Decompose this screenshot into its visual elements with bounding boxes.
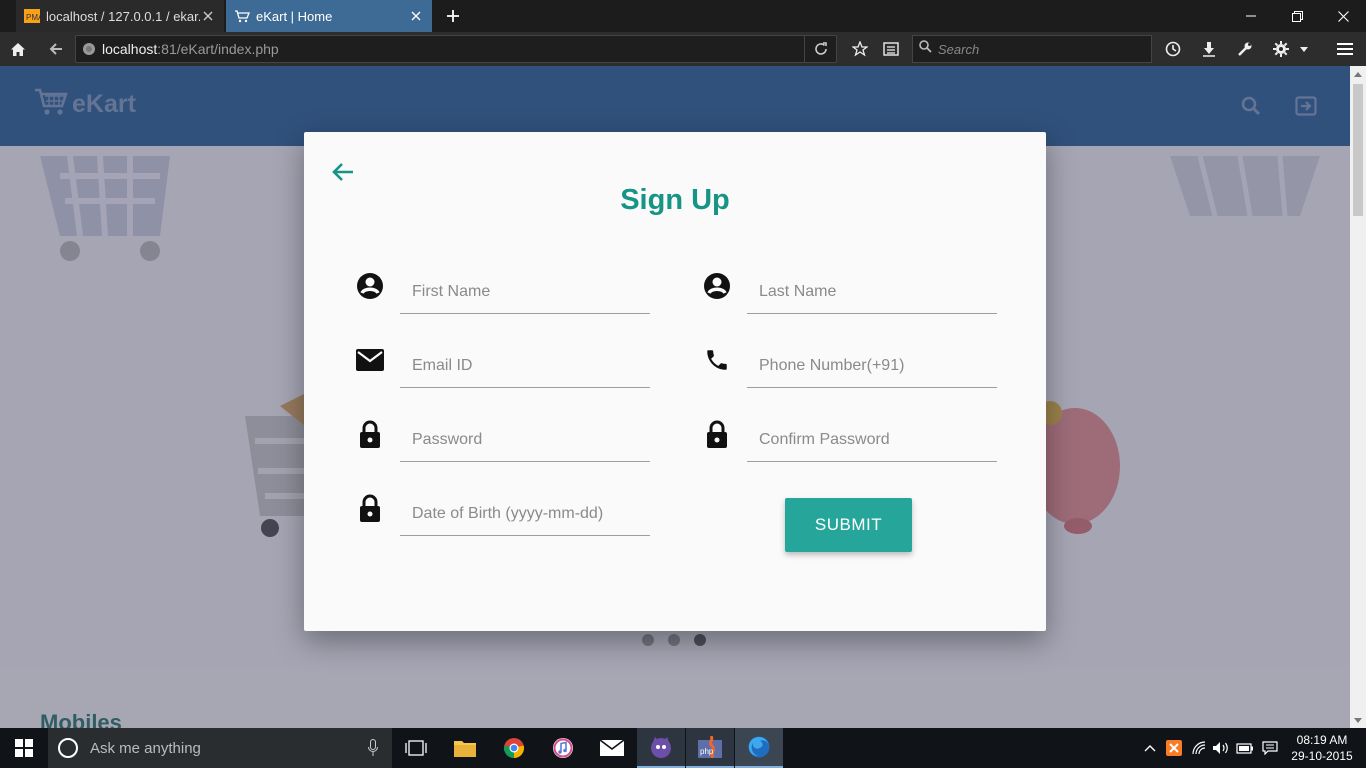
tab-phpmyadmin[interactable]: PMA localhost / 127.0.0.1 / ekar... xyxy=(16,0,224,32)
chrome-icon[interactable] xyxy=(490,728,538,768)
submit-button[interactable]: SUBMIT xyxy=(785,498,912,552)
scroll-down-icon[interactable] xyxy=(1350,712,1366,728)
cart-icon xyxy=(234,8,250,24)
back-icon[interactable] xyxy=(43,36,69,62)
minimize-icon[interactable] xyxy=(1228,0,1274,32)
browser-navbar: localhost:81/eKart/index.php Search xyxy=(0,32,1366,66)
reload-icon[interactable] xyxy=(804,36,836,62)
svg-text:PMA: PMA xyxy=(26,13,40,22)
svg-text:php: php xyxy=(700,747,714,756)
url-text: localhost:81/eKart/index.php xyxy=(102,41,279,57)
close-icon[interactable] xyxy=(408,8,424,24)
account-circle-icon xyxy=(701,270,733,302)
password-input[interactable] xyxy=(400,418,650,462)
home-icon[interactable] xyxy=(5,36,31,62)
last-name-field xyxy=(701,270,1001,330)
history-icon[interactable] xyxy=(1160,36,1186,62)
restore-icon[interactable] xyxy=(1274,0,1320,32)
password-field xyxy=(354,418,654,478)
modal-title: Sign Up xyxy=(620,184,730,216)
download-icon[interactable] xyxy=(1196,36,1222,62)
microphone-icon[interactable] xyxy=(368,739,378,762)
lock-icon xyxy=(354,492,386,524)
browser-tabbar: PMA localhost / 127.0.0.1 / ekar... eKar… xyxy=(0,0,1366,32)
itunes-icon[interactable] xyxy=(539,728,587,768)
bookmark-star-icon[interactable] xyxy=(847,36,873,62)
tab-ekart-home[interactable]: eKart | Home xyxy=(226,0,432,32)
firefox-icon[interactable] xyxy=(735,728,783,768)
phone-icon xyxy=(701,344,733,376)
chevron-up-icon[interactable] xyxy=(1140,728,1160,768)
file-explorer-icon[interactable] xyxy=(441,728,489,768)
volume-icon[interactable] xyxy=(1210,728,1232,768)
window-close-icon[interactable] xyxy=(1320,0,1366,32)
dob-input[interactable] xyxy=(400,492,650,536)
first-name-field xyxy=(354,270,654,330)
globe-icon xyxy=(76,42,102,56)
chevron-down-icon[interactable] xyxy=(1295,36,1313,62)
cortana-icon xyxy=(58,738,78,758)
search-placeholder: Search xyxy=(938,41,980,57)
last-name-input[interactable] xyxy=(747,270,997,314)
menu-icon[interactable] xyxy=(1332,36,1358,62)
wrench-icon[interactable] xyxy=(1232,36,1258,62)
confirm-password-input[interactable] xyxy=(747,418,997,462)
phone-input[interactable] xyxy=(747,344,997,388)
clock-date: 29-10-2015 xyxy=(1291,749,1353,763)
wifi-icon[interactable] xyxy=(1188,728,1210,768)
dob-field xyxy=(354,492,654,552)
php-ide-icon[interactable]: php xyxy=(686,728,734,768)
xampp-icon[interactable] xyxy=(1164,728,1184,768)
lock-icon xyxy=(701,418,733,450)
windows-start-icon[interactable] xyxy=(0,728,48,768)
scroll-up-icon[interactable] xyxy=(1350,66,1366,82)
scrollbar-thumb[interactable] xyxy=(1353,84,1363,216)
windows-taskbar: Ask me anything php 08:19 AM 29-10-2015 xyxy=(0,728,1366,768)
tab-title: eKart | Home xyxy=(256,8,333,24)
browser-search-input[interactable]: Search xyxy=(912,35,1152,63)
page-scrollbar[interactable] xyxy=(1350,66,1366,728)
clock-time: 08:19 AM xyxy=(1296,733,1348,747)
search-icon xyxy=(919,40,932,58)
mail-icon[interactable] xyxy=(588,728,636,768)
email-icon xyxy=(354,344,386,376)
tab-title: localhost / 127.0.0.1 / ekar... xyxy=(46,8,200,24)
close-icon[interactable] xyxy=(200,8,216,24)
reading-list-icon[interactable] xyxy=(878,36,904,62)
phone-field xyxy=(701,344,1001,404)
new-tab-icon[interactable] xyxy=(443,6,463,26)
confirm-password-field xyxy=(701,418,1001,478)
cat-app-icon[interactable] xyxy=(637,728,685,768)
cortana-placeholder: Ask me anything xyxy=(90,739,201,757)
cortana-search-box[interactable]: Ask me anything xyxy=(48,728,392,768)
phpmyadmin-icon: PMA xyxy=(24,8,40,24)
notifications-icon[interactable] xyxy=(1258,728,1282,768)
email-field xyxy=(354,344,654,404)
account-circle-icon xyxy=(354,270,386,302)
lock-icon xyxy=(354,418,386,450)
first-name-input[interactable] xyxy=(400,270,650,314)
email-input[interactable] xyxy=(400,344,650,388)
back-arrow-icon[interactable] xyxy=(330,160,356,184)
battery-icon[interactable] xyxy=(1234,728,1256,768)
system-clock[interactable]: 08:19 AM 29-10-2015 xyxy=(1288,732,1356,764)
address-bar[interactable]: localhost:81/eKart/index.php xyxy=(75,35,837,63)
signup-modal: Sign Up First Name Last Name Email ID Ph… xyxy=(304,132,1046,631)
task-view-icon[interactable] xyxy=(392,728,440,768)
gear-icon[interactable] xyxy=(1268,36,1294,62)
